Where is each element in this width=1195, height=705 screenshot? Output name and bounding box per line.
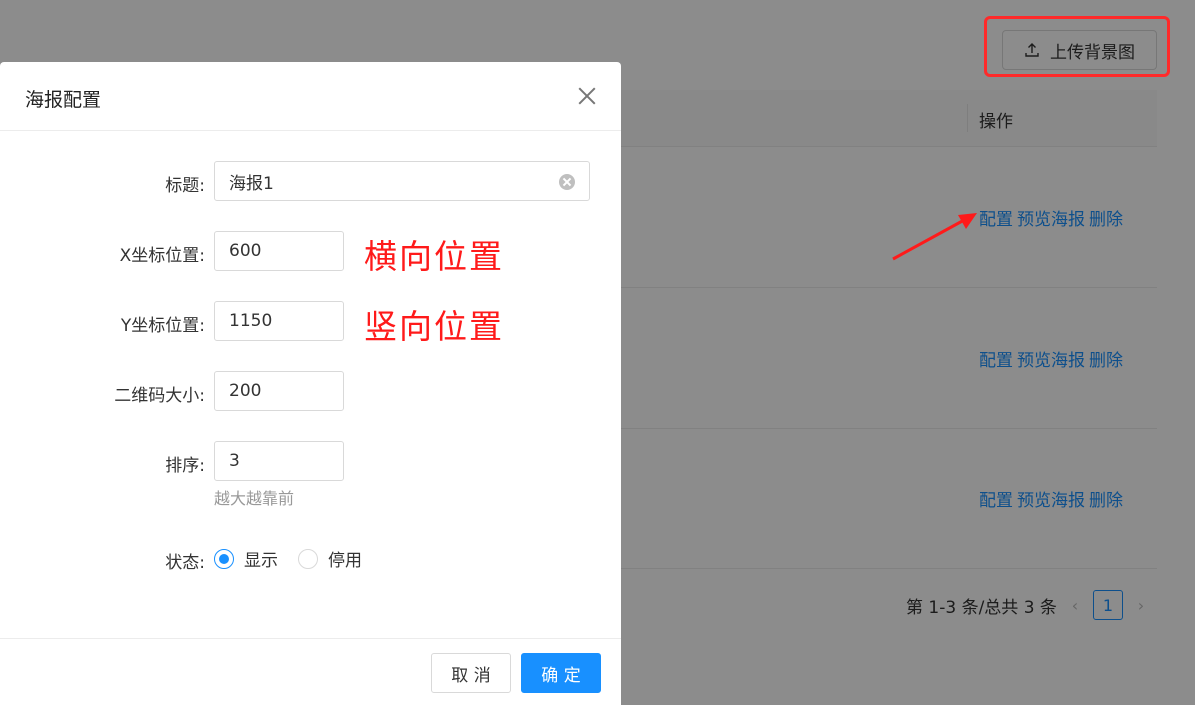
status-option-label: 停用 (328, 551, 362, 571)
radio-unchecked-icon[interactable] (298, 548, 318, 569)
status-radio-disable[interactable]: 停用 (298, 546, 362, 571)
qr-size-value: 200 (229, 381, 262, 401)
close-icon[interactable] (576, 85, 598, 107)
poster-config-modal: 海报配置 标题: 海报1 X坐标位置: 600 横向位置 Y坐标位置: 1150… (0, 62, 621, 705)
annotation-highlight-box (984, 16, 1170, 77)
title-input-value: 海报1 (229, 173, 274, 194)
status-radio-group: 显示 停用 (214, 546, 382, 571)
modal-header: 海报配置 (0, 62, 621, 131)
clear-icon[interactable] (559, 174, 575, 190)
modal-title: 海报配置 (25, 89, 102, 111)
confirm-button[interactable]: 确 定 (521, 653, 601, 693)
annotation-arrow-icon (892, 213, 977, 261)
sort-value: 3 (229, 451, 240, 471)
radio-checked-icon[interactable] (214, 548, 234, 569)
x-position-value: 600 (229, 241, 262, 261)
sort-help-text: 越大越靠前 (214, 489, 295, 508)
status-radio-show[interactable]: 显示 (214, 546, 278, 571)
annotation-y-note: 竖向位置 (364, 307, 504, 346)
title-field-label: 标题: (165, 176, 205, 196)
status-option-label: 显示 (244, 551, 278, 571)
y-position-input[interactable]: 1150 (214, 301, 344, 341)
status-label: 状态: (165, 553, 205, 573)
sort-input[interactable]: 3 (214, 441, 344, 481)
x-position-label: X坐标位置: (119, 246, 205, 266)
x-position-input[interactable]: 600 (214, 231, 344, 271)
y-position-value: 1150 (229, 311, 273, 331)
y-position-label: Y坐标位置: (120, 316, 205, 336)
annotation-x-note: 横向位置 (364, 237, 504, 276)
sort-label: 排序: (165, 456, 205, 476)
modal-footer: 取 消 确 定 (0, 638, 621, 705)
qr-size-label: 二维码大小: (114, 386, 205, 406)
title-input[interactable]: 海报1 (214, 161, 590, 201)
qr-size-input[interactable]: 200 (214, 371, 344, 411)
cancel-button[interactable]: 取 消 (431, 653, 511, 693)
